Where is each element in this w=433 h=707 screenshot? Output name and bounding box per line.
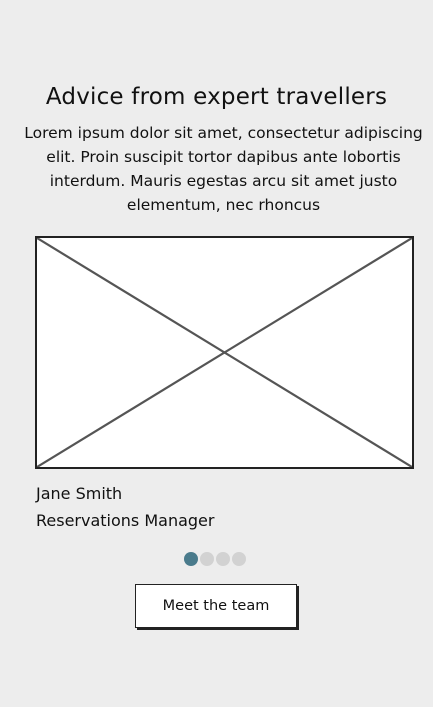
section-title: Advice from expert travellers	[45, 84, 388, 110]
carousel-pager	[184, 552, 246, 566]
image-placeholder-icon	[37, 238, 412, 467]
section-intro: Lorem ipsum dolor sit amet, consectetur …	[24, 124, 423, 214]
testimonial-name: Jane Smith	[36, 484, 123, 503]
carousel-dot-3[interactable]	[216, 552, 230, 566]
meet-the-team-button[interactable]: Meet the team	[135, 584, 297, 628]
carousel-dot-2[interactable]	[200, 552, 214, 566]
carousel-dot-1[interactable]	[184, 552, 198, 566]
testimonial-role: Reservations Manager	[36, 511, 215, 530]
carousel-dot-4[interactable]	[232, 552, 246, 566]
testimonial-image	[35, 236, 414, 469]
